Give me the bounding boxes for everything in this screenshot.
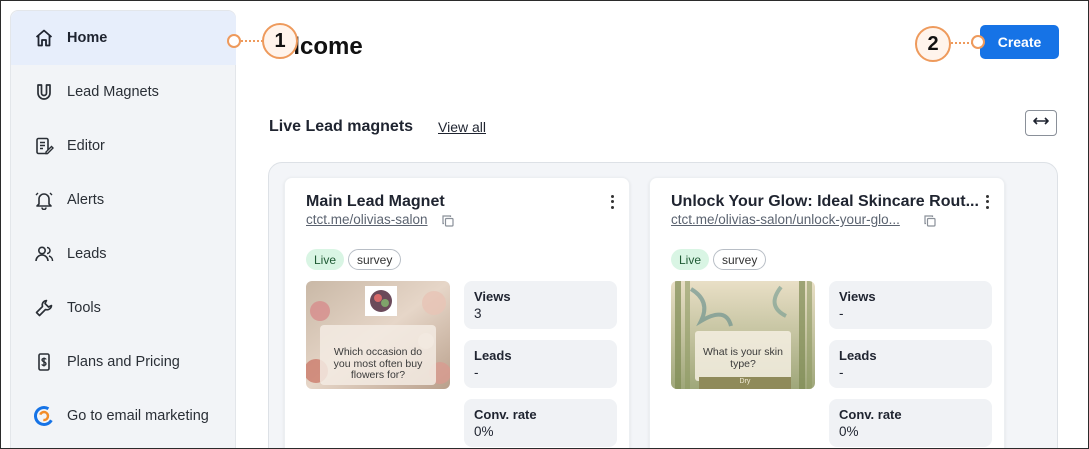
stat-label: Leads <box>839 348 877 363</box>
sidebar-item-label: Alerts <box>67 192 105 208</box>
sidebar-item-label: Plans and Pricing <box>67 354 180 370</box>
lead-magnet-thumbnail: What is your skin type? Dry <box>671 281 815 389</box>
sidebar-item-tools[interactable]: Tools <box>11 281 236 335</box>
copy-icon[interactable] <box>924 214 936 227</box>
bell-icon <box>33 189 55 211</box>
card-link[interactable]: ctct.me/olivias-salon/unlock-your-glo... <box>671 212 917 227</box>
stat-value: - <box>839 365 844 380</box>
constant-contact-logo-icon <box>33 405 55 427</box>
home-icon <box>33 27 55 49</box>
sidebar-item-label: Tools <box>67 300 101 316</box>
stat-value: - <box>474 365 479 380</box>
thumbnail-question: What is your skin type? <box>703 346 783 370</box>
type-badge: survey <box>713 249 767 270</box>
stat-value: - <box>839 306 844 321</box>
callout-badge-1: 1 <box>262 23 298 59</box>
sidebar-item-plans-and-pricing[interactable]: Plans and Pricing <box>11 335 236 389</box>
views-stat: Views 3 <box>464 281 617 329</box>
stat-label: Conv. rate <box>474 407 537 422</box>
callout-badge-2: 2 <box>915 26 951 62</box>
sidebar-item-editor[interactable]: Editor <box>11 119 236 173</box>
magnet-icon <box>33 81 55 103</box>
expand-button[interactable] <box>1025 110 1057 136</box>
create-button[interactable]: Create <box>980 25 1059 59</box>
leads-stat: Leads - <box>464 340 617 388</box>
sidebar-item-label: Home <box>67 30 108 46</box>
stat-label: Leads <box>474 348 512 363</box>
callout-anchor-dot <box>227 34 241 48</box>
app-window: Home Lead Magnets Editor Alerts Leads To… <box>0 0 1089 449</box>
status-badge: Live <box>671 249 710 270</box>
leads-stat: Leads - <box>829 340 992 388</box>
stat-label: Conv. rate <box>839 407 902 422</box>
sidebar-item-lead-magnets[interactable]: Lead Magnets <box>11 65 236 119</box>
sidebar-item-alerts[interactable]: Alerts <box>11 173 236 227</box>
conversion-rate-stat: Conv. rate 0% <box>829 399 992 447</box>
thumbnail-option: Dry <box>739 378 751 385</box>
type-badge: survey <box>348 249 402 270</box>
card-title: Main Lead Magnet <box>306 193 445 210</box>
section-title: Live Lead magnets <box>269 118 414 135</box>
sidebar-item-home[interactable]: Home <box>11 11 236 65</box>
sidebar: Home Lead Magnets Editor Alerts Leads To… <box>10 10 236 448</box>
stat-value: 0% <box>474 424 494 439</box>
sidebar-item-label: Editor <box>67 138 105 154</box>
lead-magnet-thumbnail: Which occasion do you most often buy flo… <box>306 281 450 389</box>
status-badge: Live <box>306 249 345 270</box>
receipt-icon <box>33 351 55 373</box>
sidebar-item-leads[interactable]: Leads <box>11 227 236 281</box>
view-all-link[interactable]: View all <box>438 119 486 135</box>
horizontal-arrows-icon <box>1033 114 1049 132</box>
stat-value: 0% <box>839 424 859 439</box>
callout-connector <box>241 40 263 42</box>
wrench-icon <box>33 297 55 319</box>
editor-icon <box>33 135 55 157</box>
thumbnail-question: Which occasion do you most often buy flo… <box>333 346 423 381</box>
sidebar-item-label: Lead Magnets <box>67 84 159 100</box>
stat-label: Views <box>474 289 511 304</box>
more-options-icon[interactable] <box>982 194 992 210</box>
users-icon <box>33 243 55 265</box>
sidebar-item-go-to-email-marketing[interactable]: Go to email marketing <box>11 389 236 443</box>
copy-icon[interactable] <box>442 214 454 227</box>
card-title: Unlock Your Glow: Ideal Skincare Rout... <box>671 193 979 210</box>
stat-label: Views <box>839 289 876 304</box>
more-options-icon[interactable] <box>607 194 617 210</box>
conversion-rate-stat: Conv. rate 0% <box>464 399 617 447</box>
callout-anchor-dot <box>971 35 985 49</box>
sidebar-item-label: Go to email marketing <box>67 408 209 424</box>
views-stat: Views - <box>829 281 992 329</box>
callout-connector <box>951 42 973 44</box>
stat-value: 3 <box>474 306 482 321</box>
lead-magnet-card[interactable]: Unlock Your Glow: Ideal Skincare Rout...… <box>649 177 1005 448</box>
lead-magnet-card[interactable]: Main Lead Magnet ctct.me/olivias-salon L… <box>284 177 630 448</box>
card-link[interactable]: ctct.me/olivias-salon <box>306 212 436 227</box>
sidebar-item-label: Leads <box>67 246 107 262</box>
